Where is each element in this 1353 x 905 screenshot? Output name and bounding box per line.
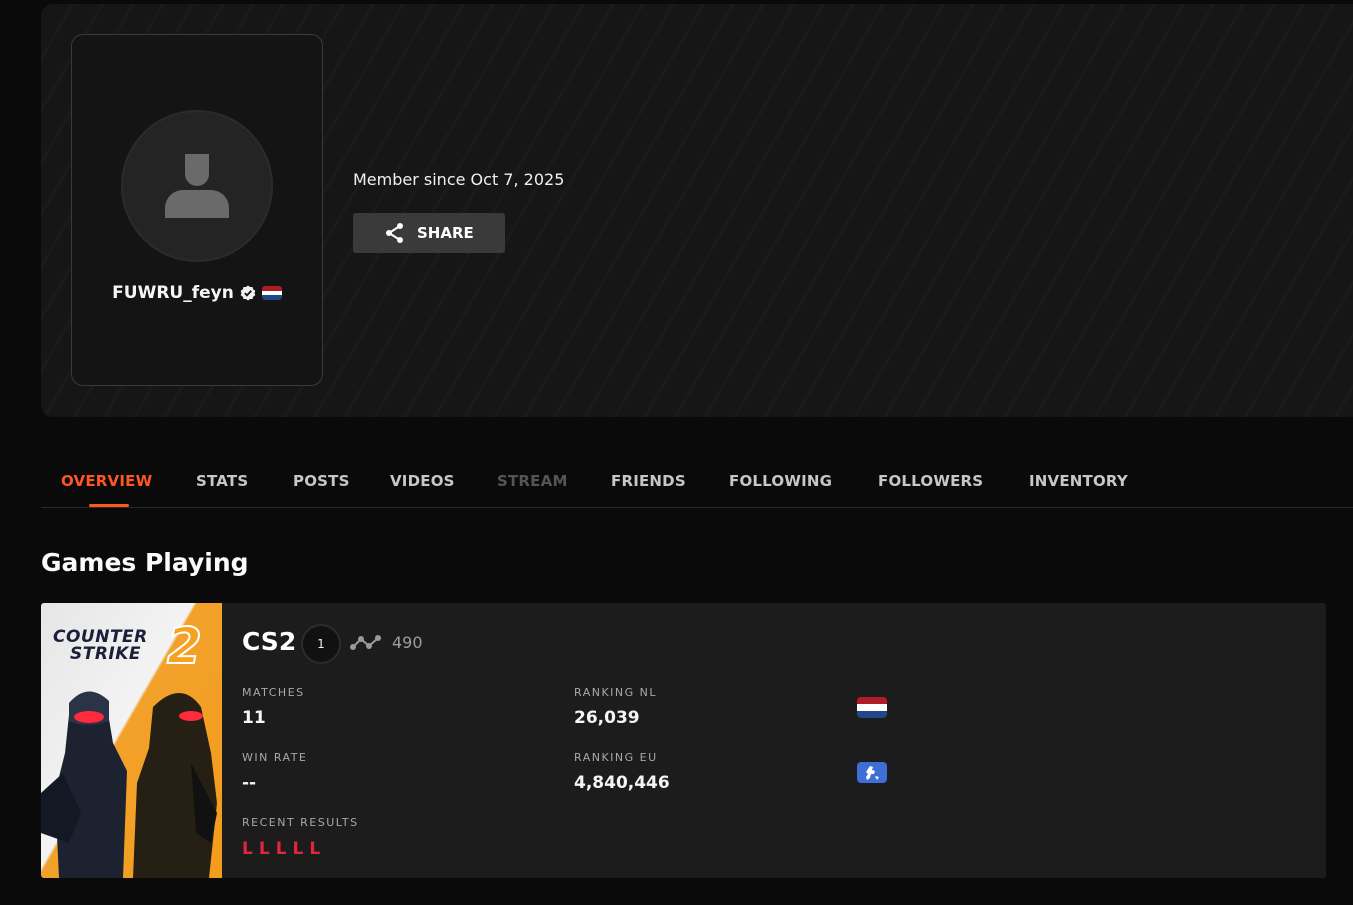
ranking-nl-label: RANKING NL xyxy=(574,686,658,699)
user-silhouette-icon xyxy=(165,154,229,218)
game-card[interactable]: COUNTER STRIKE 2 CS2 1 490 MATCHES 11 WI… xyxy=(41,603,1326,878)
recent-results: L L L L L xyxy=(242,839,320,859)
active-tab-indicator xyxy=(89,504,129,507)
avatar[interactable] xyxy=(121,110,273,262)
europe-map-icon xyxy=(866,765,879,780)
matches-label: MATCHES xyxy=(242,686,305,699)
tab-followers[interactable]: FOLLOWERS xyxy=(878,472,983,490)
share-icon xyxy=(386,223,403,243)
ranking-eu-value: 4,840,446 xyxy=(574,773,670,793)
win-rate-label: WIN RATE xyxy=(242,751,308,764)
username-row: FUWRU_feyn xyxy=(72,283,322,303)
elo-value: 490 xyxy=(392,633,423,652)
result-item: L xyxy=(242,839,253,859)
netherlands-flag-icon xyxy=(261,286,282,300)
share-button[interactable]: SHARE xyxy=(353,213,505,253)
tab-stream: STREAM xyxy=(497,472,568,490)
share-label: SHARE xyxy=(417,224,474,242)
profile-tabs: OVERVIEW STATS POSTS VIDEOS STREAM FRIEN… xyxy=(41,466,1353,508)
result-item: L xyxy=(309,839,321,859)
cover-characters-art xyxy=(41,691,217,878)
result-item: L xyxy=(275,839,287,859)
tab-videos[interactable]: VIDEOS xyxy=(390,472,455,490)
verified-badge-icon xyxy=(240,285,256,301)
tab-posts[interactable]: POSTS xyxy=(293,472,350,490)
win-rate-value: -- xyxy=(242,773,257,793)
result-item: L xyxy=(258,839,270,859)
tab-following[interactable]: FOLLOWING xyxy=(729,472,832,490)
europe-region-icon xyxy=(857,762,887,783)
tab-inventory[interactable]: INVENTORY xyxy=(1029,472,1128,490)
skill-level-value: 1 xyxy=(317,637,325,651)
result-item: L xyxy=(292,839,304,859)
section-title: Games Playing xyxy=(41,548,249,577)
game-cover-image[interactable]: COUNTER STRIKE 2 xyxy=(41,603,222,878)
matches-value: 11 xyxy=(242,708,266,728)
profile-card: FUWRU_feyn xyxy=(71,34,323,386)
tab-friends[interactable]: FRIENDS xyxy=(611,472,686,490)
tab-overview[interactable]: OVERVIEW xyxy=(61,472,152,490)
recent-results-label: RECENT RESULTS xyxy=(242,816,359,829)
member-since: Member since Oct 7, 2025 xyxy=(353,170,565,189)
game-name[interactable]: CS2 xyxy=(242,627,296,656)
tab-stats[interactable]: STATS xyxy=(196,472,248,490)
skill-level-badge[interactable]: 1 xyxy=(301,624,341,664)
netherlands-flag-icon xyxy=(857,697,887,718)
ranking-nl-value: 26,039 xyxy=(574,708,640,728)
elo-icon xyxy=(350,635,381,650)
ranking-eu-label: RANKING EU xyxy=(574,751,658,764)
username: FUWRU_feyn xyxy=(112,283,234,303)
